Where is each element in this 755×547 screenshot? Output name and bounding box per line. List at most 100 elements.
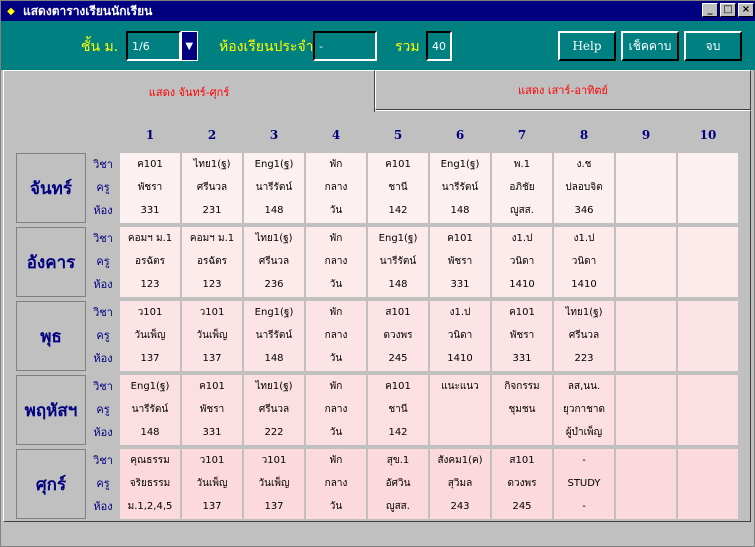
cell-room bbox=[616, 421, 676, 444]
timetable-cell[interactable]: ว101 วันเพ็ญ 137 bbox=[182, 301, 242, 371]
chevron-down-icon[interactable]: ▼ bbox=[180, 31, 198, 61]
cell-teacher: กลาง bbox=[324, 404, 348, 415]
timetable-cell[interactable] bbox=[678, 301, 738, 371]
help-button[interactable]: Help bbox=[558, 31, 616, 61]
cell-room: 331 bbox=[450, 279, 470, 290]
timetable-cell[interactable]: Eng1(ฐ) นารีรัตน์ 148 bbox=[244, 301, 304, 371]
cell-subject: พัก bbox=[329, 307, 343, 318]
cell-teacher: ศรีนวล bbox=[568, 330, 600, 341]
timetable-cell[interactable]: ว101 วันเพ็ญ 137 bbox=[120, 301, 180, 371]
cell-room: 123 bbox=[140, 279, 160, 290]
timetable-cell[interactable]: - STUDY - bbox=[554, 449, 614, 519]
cell-subject: สุข.1 bbox=[386, 455, 410, 466]
cell-room: 148 bbox=[264, 353, 284, 364]
cell-subject bbox=[616, 227, 676, 250]
window-controls: _ □ × bbox=[702, 3, 754, 17]
cell-room bbox=[678, 273, 738, 296]
timetable-cell[interactable]: ค101 พัชรา 331 bbox=[182, 375, 242, 445]
timetable-cell[interactable]: ส101 ดวงพร 245 bbox=[492, 449, 552, 519]
timetable-cell[interactable] bbox=[616, 227, 676, 297]
homeroom-label: ห้องเรียนประจำ bbox=[219, 39, 314, 55]
cell-subject: ง1.ป bbox=[449, 307, 471, 318]
day-label: ศุกร์ bbox=[16, 449, 86, 519]
timetable-cell[interactable]: Eng1(ฐ) นารีรัตน์ 148 bbox=[244, 153, 304, 223]
timetable-cell[interactable]: ค101 พัชรา 331 bbox=[492, 301, 552, 371]
timetable-cell[interactable]: ไทย1(ฐ) ศรีนวล 223 bbox=[554, 301, 614, 371]
timetable-cell[interactable]: Eng1(ฐ) นารีรัตน์ 148 bbox=[120, 375, 180, 445]
cell-subject: ค101 bbox=[137, 159, 163, 170]
timetable-cell[interactable] bbox=[678, 449, 738, 519]
cell-teacher: พัชรา bbox=[447, 256, 473, 267]
check-period-button[interactable]: เช็คคาบ bbox=[621, 31, 679, 61]
close-button[interactable]: × bbox=[738, 3, 754, 17]
timetable-cell[interactable]: ว101 วันเพ็ญ 137 bbox=[182, 449, 242, 519]
row-labels: วิชา ครู ห้อง bbox=[88, 227, 118, 297]
timetable-cell[interactable]: ง1.ป วนิดา 1410 bbox=[430, 301, 490, 371]
timetable-cell[interactable] bbox=[616, 375, 676, 445]
timetable-cell[interactable]: แนะแนว bbox=[430, 375, 490, 445]
timetable-cell[interactable]: ค101 ชานี 142 bbox=[368, 375, 428, 445]
cell-subject: ค101 bbox=[509, 307, 535, 318]
tab-weekdays[interactable]: แสดง จันทร์-ศุกร์ bbox=[3, 70, 375, 112]
row-labels: วิชา ครู ห้อง bbox=[88, 301, 118, 371]
timetable-cell[interactable]: ค101 ชานี 142 bbox=[368, 153, 428, 223]
timetable-cell[interactable]: คอมฯ ม.1 อรฉัตร 123 bbox=[182, 227, 242, 297]
grade-value[interactable]: 1/6 bbox=[126, 31, 181, 61]
tab-weekend[interactable]: แสดง เสาร์-อาทิตย์ bbox=[375, 70, 751, 110]
timetable-cell[interactable] bbox=[678, 375, 738, 445]
timetable-cell[interactable]: ไทย1(ฐ) ศรีนวล 231 bbox=[182, 153, 242, 223]
cell-room: 148 bbox=[264, 205, 284, 216]
timetable-cell[interactable] bbox=[616, 449, 676, 519]
timetable-cell[interactable] bbox=[678, 153, 738, 223]
timetable-cell[interactable]: Eng1(ฐ) นารีรัตน์ 148 bbox=[430, 153, 490, 223]
timetable-cell[interactable]: ลส,นน. ยุวกาชาด ผู้บำเพ็ญ bbox=[554, 375, 614, 445]
timetable-cell[interactable]: คุณธรรม จริยธรรม ม.1,2,4,5 bbox=[120, 449, 180, 519]
cell-room: 231 bbox=[202, 205, 222, 216]
timetable-cell[interactable]: คอมฯ ม.1 อรฉัตร 123 bbox=[120, 227, 180, 297]
cell-room: ผู้บำเพ็ญ bbox=[565, 427, 603, 438]
grade-select[interactable]: 1/6 ▼ bbox=[126, 31, 198, 61]
row-label-teacher: ครู bbox=[96, 255, 110, 268]
timetable-cell[interactable]: พ.1 อภิชัย ญูสส. bbox=[492, 153, 552, 223]
timetable-cell[interactable]: ว101 วันเพ็ญ 137 bbox=[244, 449, 304, 519]
cell-room: 331 bbox=[140, 205, 160, 216]
timetable-cell[interactable]: สุข.1 อัศวิน ญูสส. bbox=[368, 449, 428, 519]
timetable-cell[interactable]: ค101 พัชรา 331 bbox=[430, 227, 490, 297]
timetable-cell[interactable]: ไทย1(ฐ) ศรีนวล 236 bbox=[244, 227, 304, 297]
timetable-cell[interactable]: พัก กลาง วัน bbox=[306, 227, 366, 297]
cell-subject: พัก bbox=[329, 233, 343, 244]
timetable-cell[interactable]: ง1.ป วนิดา 1410 bbox=[554, 227, 614, 297]
cell-subject: ส101 bbox=[385, 307, 411, 318]
timetable-cell[interactable]: Eng1(ฐ) นารีรัตน์ 148 bbox=[368, 227, 428, 297]
cell-subject: กิจกรรม bbox=[504, 381, 540, 392]
cell-teacher bbox=[678, 176, 738, 199]
title-bar[interactable]: ◆ แสดงตารางเรียนนักเรียน _ □ × bbox=[1, 1, 755, 21]
minimize-button[interactable]: _ bbox=[702, 3, 718, 17]
timetable-cell[interactable]: สังคม1(ค) สุวิมล 243 bbox=[430, 449, 490, 519]
homeroom-field[interactable]: - bbox=[313, 31, 377, 61]
maximize-button[interactable]: □ bbox=[720, 3, 736, 17]
cell-teacher: ชานี bbox=[388, 182, 408, 193]
timetable-cell[interactable]: ง1.ป วนิดา 1410 bbox=[492, 227, 552, 297]
timetable-cell[interactable] bbox=[616, 153, 676, 223]
cell-teacher: ศรีนวล bbox=[258, 404, 290, 415]
cell-room: 243 bbox=[450, 501, 470, 512]
exit-button[interactable]: จบ bbox=[684, 31, 742, 61]
timetable-cell[interactable]: ส101 ดวงพร 245 bbox=[368, 301, 428, 371]
timetable-cell[interactable]: พัก กลาง วัน bbox=[306, 301, 366, 371]
row-labels: วิชา ครู ห้อง bbox=[88, 375, 118, 445]
timetable-cell[interactable]: ไทย1(ฐ) ศรีนวล 222 bbox=[244, 375, 304, 445]
cell-subject: แนะแนว bbox=[441, 381, 479, 392]
timetable-cell[interactable]: ค101 พัชรา 331 bbox=[120, 153, 180, 223]
timetable-cell[interactable] bbox=[678, 227, 738, 297]
timetable-cell[interactable]: กิจกรรม ชุมชน bbox=[492, 375, 552, 445]
timetable-cell[interactable]: พัก กลาง วัน bbox=[306, 375, 366, 445]
timetable-cell[interactable]: พัก กลาง วัน bbox=[306, 153, 366, 223]
cell-teacher: พัชรา bbox=[199, 404, 225, 415]
timetable-cell[interactable]: พัก กลาง วัน bbox=[306, 449, 366, 519]
cell-teacher bbox=[616, 398, 676, 421]
cell-subject: คอมฯ ม.1 bbox=[127, 233, 173, 244]
row-labels: วิชา ครู ห้อง bbox=[88, 153, 118, 223]
timetable-cell[interactable]: ง.ช ปลอบจิต 346 bbox=[554, 153, 614, 223]
timetable-cell[interactable] bbox=[616, 301, 676, 371]
